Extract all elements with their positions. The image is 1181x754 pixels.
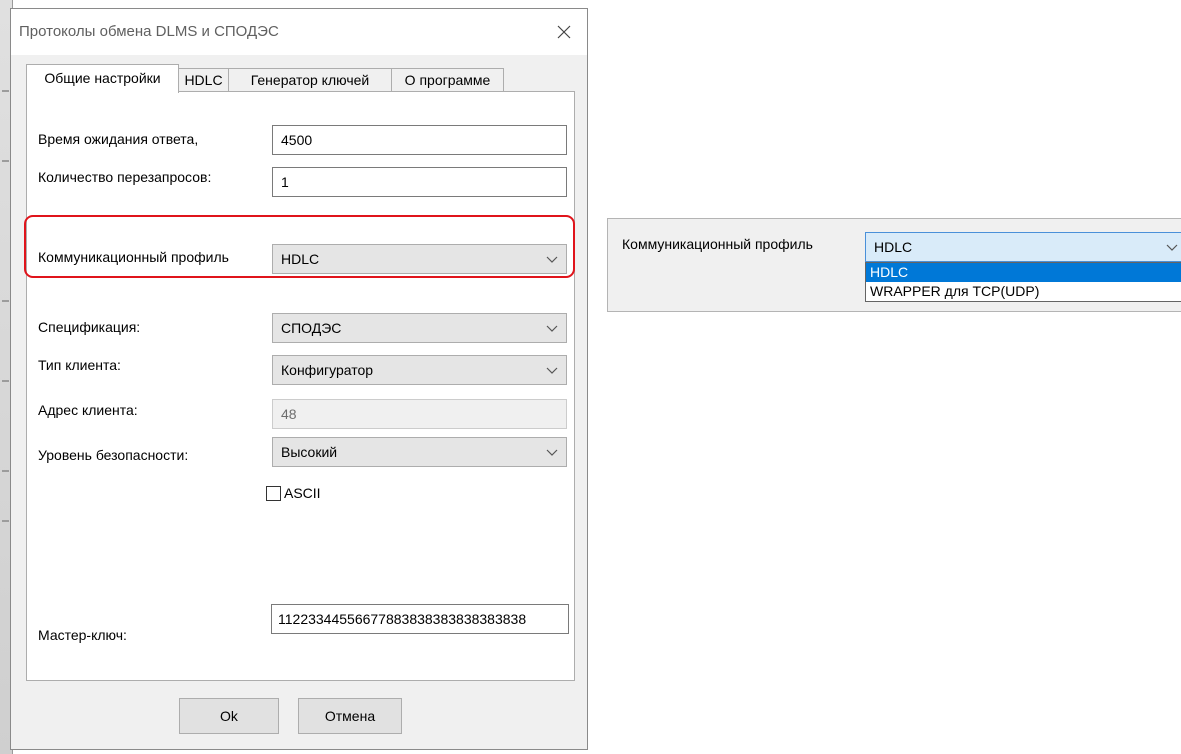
master-key-input[interactable]: 11223344556677883838383838383838: [271, 604, 569, 634]
security-level-value: Высокий: [281, 444, 338, 460]
client-address-label: Адрес клиента:: [38, 402, 138, 418]
client-address-input: 48: [272, 399, 567, 429]
master-key-label: Мастер-ключ:: [38, 627, 127, 643]
dialog-title: Протоколы обмена DLMS и СПОДЭС: [19, 23, 279, 40]
comm-profile-highlight: [24, 215, 575, 278]
specification-select[interactable]: СПОДЭС: [272, 313, 567, 343]
retry-count-input[interactable]: 1: [272, 167, 567, 197]
comm-profile-dropdown-list: HDLC WRAPPER для TCP(UDP): [865, 262, 1181, 302]
dropdown-option-wrapper[interactable]: WRAPPER для TCP(UDP): [866, 282, 1181, 301]
title-bar: Протоколы обмена DLMS и СПОДЭС: [11, 9, 587, 55]
comm-profile-zoom-panel: Коммуникационный профиль HDLC HDLC WRAPP…: [607, 218, 1181, 312]
tab-about[interactable]: О программе: [391, 68, 504, 91]
dlms-protocols-dialog: Протоколы обмена DLMS и СПОДЭС Общие нас…: [10, 8, 588, 750]
specification-label: Спецификация:: [38, 319, 141, 335]
general-settings-panel: Время ожидания ответа, 4500 Количество п…: [26, 91, 575, 681]
tab-general-settings[interactable]: Общие настройки: [26, 64, 179, 93]
client-type-label: Тип клиента:: [38, 357, 121, 373]
chevron-down-icon: [546, 367, 558, 374]
client-type-select[interactable]: Конфигуратор: [272, 355, 567, 385]
specification-value: СПОДЭС: [281, 320, 342, 336]
zoom-comm-profile-select[interactable]: HDLC: [865, 232, 1181, 262]
ascii-label: ASCII: [284, 485, 321, 501]
chevron-down-icon: [546, 449, 558, 456]
response-timeout-input[interactable]: 4500: [272, 125, 567, 155]
tab-hdlc[interactable]: HDLC: [178, 68, 229, 91]
security-level-select[interactable]: Высокий: [272, 437, 567, 467]
close-icon: [557, 25, 571, 39]
response-timeout-label: Время ожидания ответа,: [38, 131, 199, 147]
chevron-down-icon: [1166, 244, 1178, 251]
tab-key-generator[interactable]: Генератор ключей: [228, 68, 392, 91]
dropdown-option-hdlc[interactable]: HDLC: [866, 263, 1181, 282]
zoom-comm-profile-value: HDLC: [874, 239, 913, 255]
security-level-label: Уровень безопасности:: [38, 447, 189, 463]
zoom-comm-profile-label: Коммуникационный профиль: [622, 236, 813, 252]
chevron-down-icon: [546, 325, 558, 332]
close-button[interactable]: [547, 17, 581, 47]
ok-button[interactable]: Ok: [179, 698, 279, 734]
cancel-button[interactable]: Отмена: [298, 698, 402, 734]
client-type-value: Конфигуратор: [281, 362, 374, 378]
retry-count-label: Количество перезапросов:: [38, 169, 212, 185]
checkbox-icon: [266, 485, 281, 501]
ascii-checkbox[interactable]: ASCII: [266, 485, 321, 501]
